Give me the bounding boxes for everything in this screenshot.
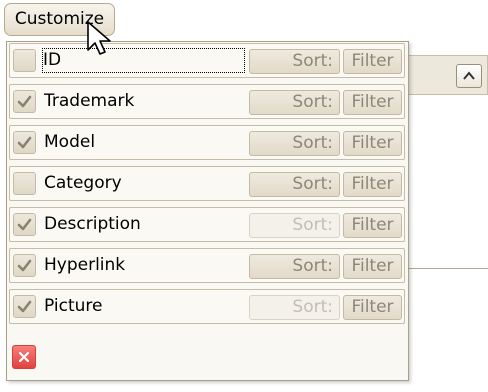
sort-button[interactable]: Sort: xyxy=(249,172,340,197)
field-checkbox-checked[interactable] xyxy=(13,213,36,236)
sort-button[interactable]: Sort: xyxy=(249,295,340,320)
sort-button[interactable]: Sort: xyxy=(249,49,340,74)
field-row-category: Category Sort: Filter xyxy=(9,166,405,201)
field-checkbox-checked[interactable] xyxy=(13,90,36,113)
field-checkbox-checked[interactable] xyxy=(13,131,36,154)
field-checkbox[interactable] xyxy=(13,49,36,72)
field-label: Model xyxy=(44,132,96,152)
field-label: Hyperlink xyxy=(44,255,126,275)
field-label: Description xyxy=(44,214,141,234)
field-checkbox-checked[interactable] xyxy=(13,254,36,277)
field-row-description: Description Sort: Filter xyxy=(9,207,405,242)
field-row-picture: Picture Sort: Filter xyxy=(9,289,405,324)
filter-button[interactable]: Filter xyxy=(343,90,402,115)
close-icon xyxy=(18,351,30,363)
field-label: Picture xyxy=(44,296,103,316)
field-row-hyperlink: Hyperlink Sort: Filter xyxy=(9,248,405,283)
filter-button[interactable]: Filter xyxy=(343,295,402,320)
sort-button[interactable]: Sort: xyxy=(249,213,340,238)
field-checkbox[interactable] xyxy=(13,172,36,195)
scroll-up-button[interactable] xyxy=(456,64,482,88)
field-row-id: ID Sort: Filter xyxy=(9,43,405,78)
chevron-up-icon xyxy=(463,71,475,80)
field-label: Trademark xyxy=(44,91,135,111)
field-checkbox-checked[interactable] xyxy=(13,295,36,318)
check-icon xyxy=(17,95,32,108)
filter-button[interactable]: Filter xyxy=(343,172,402,197)
filter-button[interactable]: Filter xyxy=(343,131,402,156)
check-icon xyxy=(17,259,32,272)
grid-customization-screen: Customize ID Sort: Filter Trademark Sort… xyxy=(0,0,488,392)
arrow-cursor-icon xyxy=(87,21,111,55)
grid-row-divider xyxy=(403,268,488,269)
field-row-trademark: Trademark Sort: Filter xyxy=(9,84,405,119)
close-button[interactable] xyxy=(12,345,36,369)
field-label: ID xyxy=(42,48,245,73)
check-icon xyxy=(17,300,32,313)
check-icon xyxy=(17,136,32,149)
sort-button[interactable]: Sort: xyxy=(249,90,340,115)
filter-button[interactable]: Filter xyxy=(343,213,402,238)
check-icon xyxy=(17,218,32,231)
filter-button[interactable]: Filter xyxy=(343,254,402,279)
sort-button[interactable]: Sort: xyxy=(249,131,340,156)
sort-button[interactable]: Sort: xyxy=(249,254,340,279)
field-row-model: Model Sort: Filter xyxy=(9,125,405,160)
filter-button[interactable]: Filter xyxy=(343,49,402,74)
field-label: Category xyxy=(44,173,122,193)
customization-popup: ID Sort: Filter Trademark Sort: Filter M… xyxy=(6,41,409,381)
